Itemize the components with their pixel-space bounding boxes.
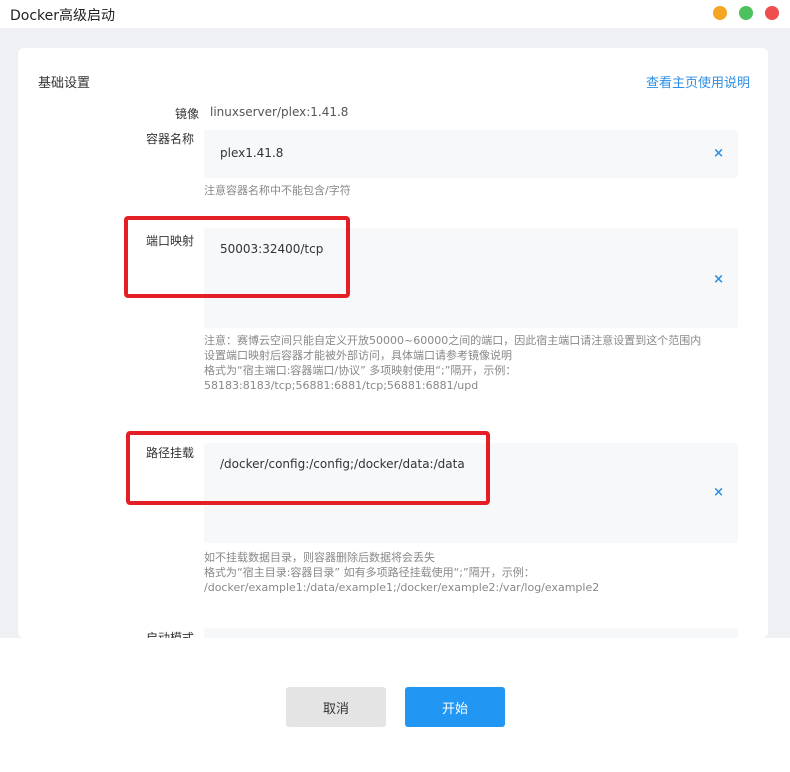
container-name-value: plex1.41.8 [220, 146, 284, 160]
window-title: Docker高级启动 [10, 8, 116, 24]
image-value: linuxserver/plex:1.41.8 [210, 105, 349, 119]
container-name-hint: 注意容器名称中不能包含/字符 [204, 184, 351, 197]
start-mode-label: 启动模式 [145, 631, 194, 638]
port-mapping-label: 端口映射 [145, 234, 194, 248]
path-mount-value: /docker/config:/config;/docker/data:/dat… [220, 457, 465, 471]
start-button[interactable]: 开始 [405, 687, 505, 727]
maximize-button[interactable] [739, 6, 753, 20]
image-label: 镜像 [174, 107, 199, 121]
port-mapping-value: 50003:32400/tcp [220, 242, 324, 256]
path-mount-input[interactable]: /docker/config:/config;/docker/data:/dat… [204, 443, 738, 543]
help-link[interactable]: 查看主页使用说明 [646, 72, 750, 91]
minimize-button[interactable] [713, 6, 727, 20]
close-button[interactable] [765, 6, 779, 20]
path-mount-clear-icon[interactable]: × [713, 485, 724, 500]
container-name-label: 容器名称 [145, 132, 194, 146]
start-mode-select[interactable] [204, 628, 738, 638]
cancel-button[interactable]: 取消 [286, 687, 386, 727]
port-mapping-hint: 注意：赛博云空间只能自定义开放50000~60000之间的端口，因此宿主端口请注… [204, 334, 702, 392]
path-mount-hint: 如不挂载数据目录，则容器删除后数据将会丢失 格式为“宿主目录:容器目录” 如有多… [204, 551, 600, 594]
footer: 取消 开始 [0, 638, 790, 772]
container-name-input[interactable]: plex1.41.8 × [204, 130, 738, 178]
container-name-clear-icon[interactable]: × [713, 146, 724, 161]
section-title: 基础设置 [38, 76, 91, 91]
settings-card: 基础设置 查看主页使用说明 镜像 linuxserver/plex:1.41.8… [18, 48, 768, 638]
path-mount-label: 路径挂载 [145, 446, 194, 460]
port-mapping-input[interactable]: 50003:32400/tcp × [204, 228, 738, 328]
port-mapping-clear-icon[interactable]: × [713, 272, 724, 287]
title-bar: Docker高级启动 [0, 0, 790, 28]
